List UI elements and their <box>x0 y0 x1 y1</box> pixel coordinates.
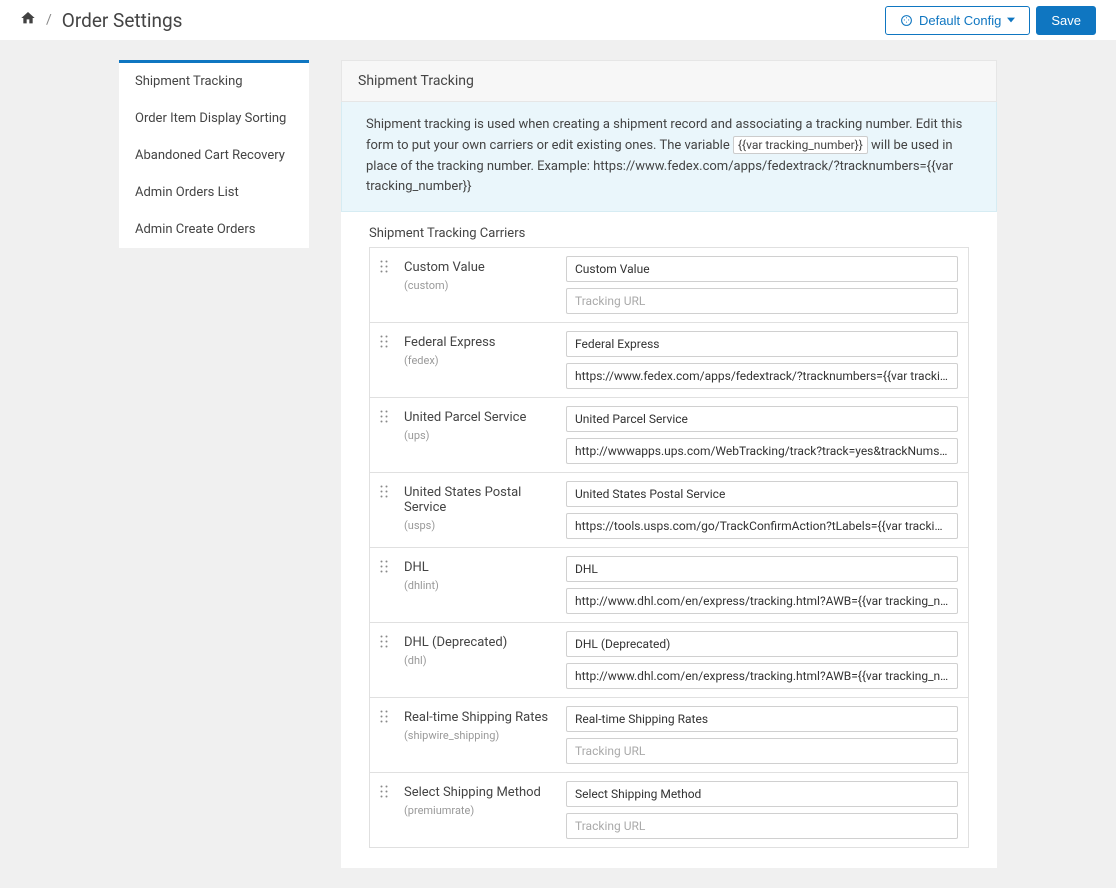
carrier-code: (ups) <box>404 429 554 442</box>
carrier-name-input[interactable] <box>566 406 958 432</box>
carrier-inputs <box>566 481 958 539</box>
carrier-code: (premiumrate) <box>404 804 554 817</box>
carrier-row: DHL (dhlint) <box>370 548 968 623</box>
info-code: {{var tracking_number}} <box>733 136 868 154</box>
carrier-row: Federal Express (fedex) <box>370 323 968 398</box>
carrier-row: DHL (Deprecated) (dhl) <box>370 623 968 698</box>
sidebar-item-shipment-tracking[interactable]: Shipment Tracking <box>119 63 309 100</box>
save-button[interactable]: Save <box>1036 6 1096 35</box>
carrier-inputs <box>566 256 958 314</box>
carrier-row: Custom Value (custom) <box>370 248 968 323</box>
drag-handle[interactable] <box>380 256 392 277</box>
home-link[interactable] <box>20 10 36 30</box>
default-config-label: Default Config <box>919 13 1001 28</box>
info-box: Shipment tracking is used when creating … <box>341 102 997 212</box>
carrier-label-col: DHL (Deprecated) (dhl) <box>404 631 554 667</box>
carrier-name-input[interactable] <box>566 706 958 732</box>
sidebar-item-order-display-sorting[interactable]: Order Item Display Sorting <box>119 100 309 137</box>
carrier-name-input[interactable] <box>566 256 958 282</box>
carrier-url-input[interactable] <box>566 363 958 389</box>
breadcrumb: / Order Settings <box>20 9 182 32</box>
carrier-inputs <box>566 631 958 689</box>
carrier-url-input[interactable] <box>566 438 958 464</box>
header-actions: Default Config Save <box>885 6 1096 35</box>
sidebar: Shipment Tracking Order Item Display Sor… <box>119 60 309 248</box>
drag-handle[interactable] <box>380 631 392 652</box>
carrier-label-col: Real-time Shipping Rates (shipwire_shipp… <box>404 706 554 742</box>
carrier-url-input[interactable] <box>566 738 958 764</box>
sidebar-item-admin-create-orders[interactable]: Admin Create Orders <box>119 211 309 248</box>
drag-handle[interactable] <box>380 706 392 727</box>
drag-handle[interactable] <box>380 406 392 427</box>
carrier-label-col: Federal Express (fedex) <box>404 331 554 367</box>
carrier-inputs <box>566 781 958 839</box>
home-icon <box>20 10 36 26</box>
carriers-table: Custom Value (custom) Federal Express (f… <box>369 247 969 848</box>
carrier-url-input[interactable] <box>566 663 958 689</box>
page-title: Order Settings <box>62 9 183 32</box>
main-panel: Shipment Tracking Shipment tracking is u… <box>341 60 997 868</box>
carrier-row: United States Postal Service (usps) <box>370 473 968 548</box>
drag-handle[interactable] <box>380 481 392 502</box>
carrier-url-input[interactable] <box>566 513 958 539</box>
carrier-label-col: United Parcel Service (ups) <box>404 406 554 442</box>
drag-icon <box>380 560 388 573</box>
carrier-inputs <box>566 331 958 389</box>
carrier-name-input[interactable] <box>566 556 958 582</box>
carrier-url-input[interactable] <box>566 588 958 614</box>
drag-handle[interactable] <box>380 331 392 352</box>
drag-icon <box>380 260 388 273</box>
default-config-button[interactable]: Default Config <box>885 6 1030 35</box>
settings-icon <box>900 14 913 27</box>
carrier-label: Real-time Shipping Rates <box>404 710 554 725</box>
caret-down-icon <box>1007 16 1015 24</box>
carrier-code: (dhlint) <box>404 579 554 592</box>
panel-title: Shipment Tracking <box>341 60 997 102</box>
carrier-code: (custom) <box>404 279 554 292</box>
carrier-label: Select Shipping Method <box>404 785 554 800</box>
carrier-name-input[interactable] <box>566 331 958 357</box>
carrier-label: DHL (Deprecated) <box>404 635 554 650</box>
carrier-inputs <box>566 406 958 464</box>
drag-handle[interactable] <box>380 781 392 802</box>
carrier-row: Select Shipping Method (premiumrate) <box>370 773 968 847</box>
drag-icon <box>380 335 388 348</box>
drag-handle[interactable] <box>380 556 392 577</box>
carrier-code: (usps) <box>404 519 554 532</box>
drag-icon <box>380 710 388 723</box>
carrier-row: Real-time Shipping Rates (shipwire_shipp… <box>370 698 968 773</box>
carrier-label: Federal Express <box>404 335 554 350</box>
carrier-name-input[interactable] <box>566 481 958 507</box>
drag-icon <box>380 485 388 498</box>
carrier-label-col: Select Shipping Method (premiumrate) <box>404 781 554 817</box>
carrier-name-input[interactable] <box>566 631 958 657</box>
carrier-name-input[interactable] <box>566 781 958 807</box>
carrier-label: Custom Value <box>404 260 554 275</box>
carriers-section-title: Shipment Tracking Carriers <box>341 212 997 247</box>
carrier-code: (dhl) <box>404 654 554 667</box>
carrier-label: United Parcel Service <box>404 410 554 425</box>
drag-icon <box>380 635 388 648</box>
carrier-label-col: United States Postal Service (usps) <box>404 481 554 532</box>
breadcrumb-separator: / <box>46 12 52 28</box>
carrier-label: DHL <box>404 560 554 575</box>
carrier-inputs <box>566 706 958 764</box>
carrier-code: (shipwire_shipping) <box>404 729 554 742</box>
carrier-url-input[interactable] <box>566 288 958 314</box>
carrier-label-col: DHL (dhlint) <box>404 556 554 592</box>
carrier-label-col: Custom Value (custom) <box>404 256 554 292</box>
content-area: Shipment Tracking Order Item Display Sor… <box>0 40 1116 888</box>
carrier-label: United States Postal Service <box>404 485 554 515</box>
drag-icon <box>380 785 388 798</box>
sidebar-item-admin-orders-list[interactable]: Admin Orders List <box>119 174 309 211</box>
carrier-row: United Parcel Service (ups) <box>370 398 968 473</box>
page-header: / Order Settings Default Config Save <box>0 0 1116 40</box>
carrier-inputs <box>566 556 958 614</box>
drag-icon <box>380 410 388 423</box>
carrier-url-input[interactable] <box>566 813 958 839</box>
sidebar-item-abandoned-cart[interactable]: Abandoned Cart Recovery <box>119 137 309 174</box>
carrier-code: (fedex) <box>404 354 554 367</box>
